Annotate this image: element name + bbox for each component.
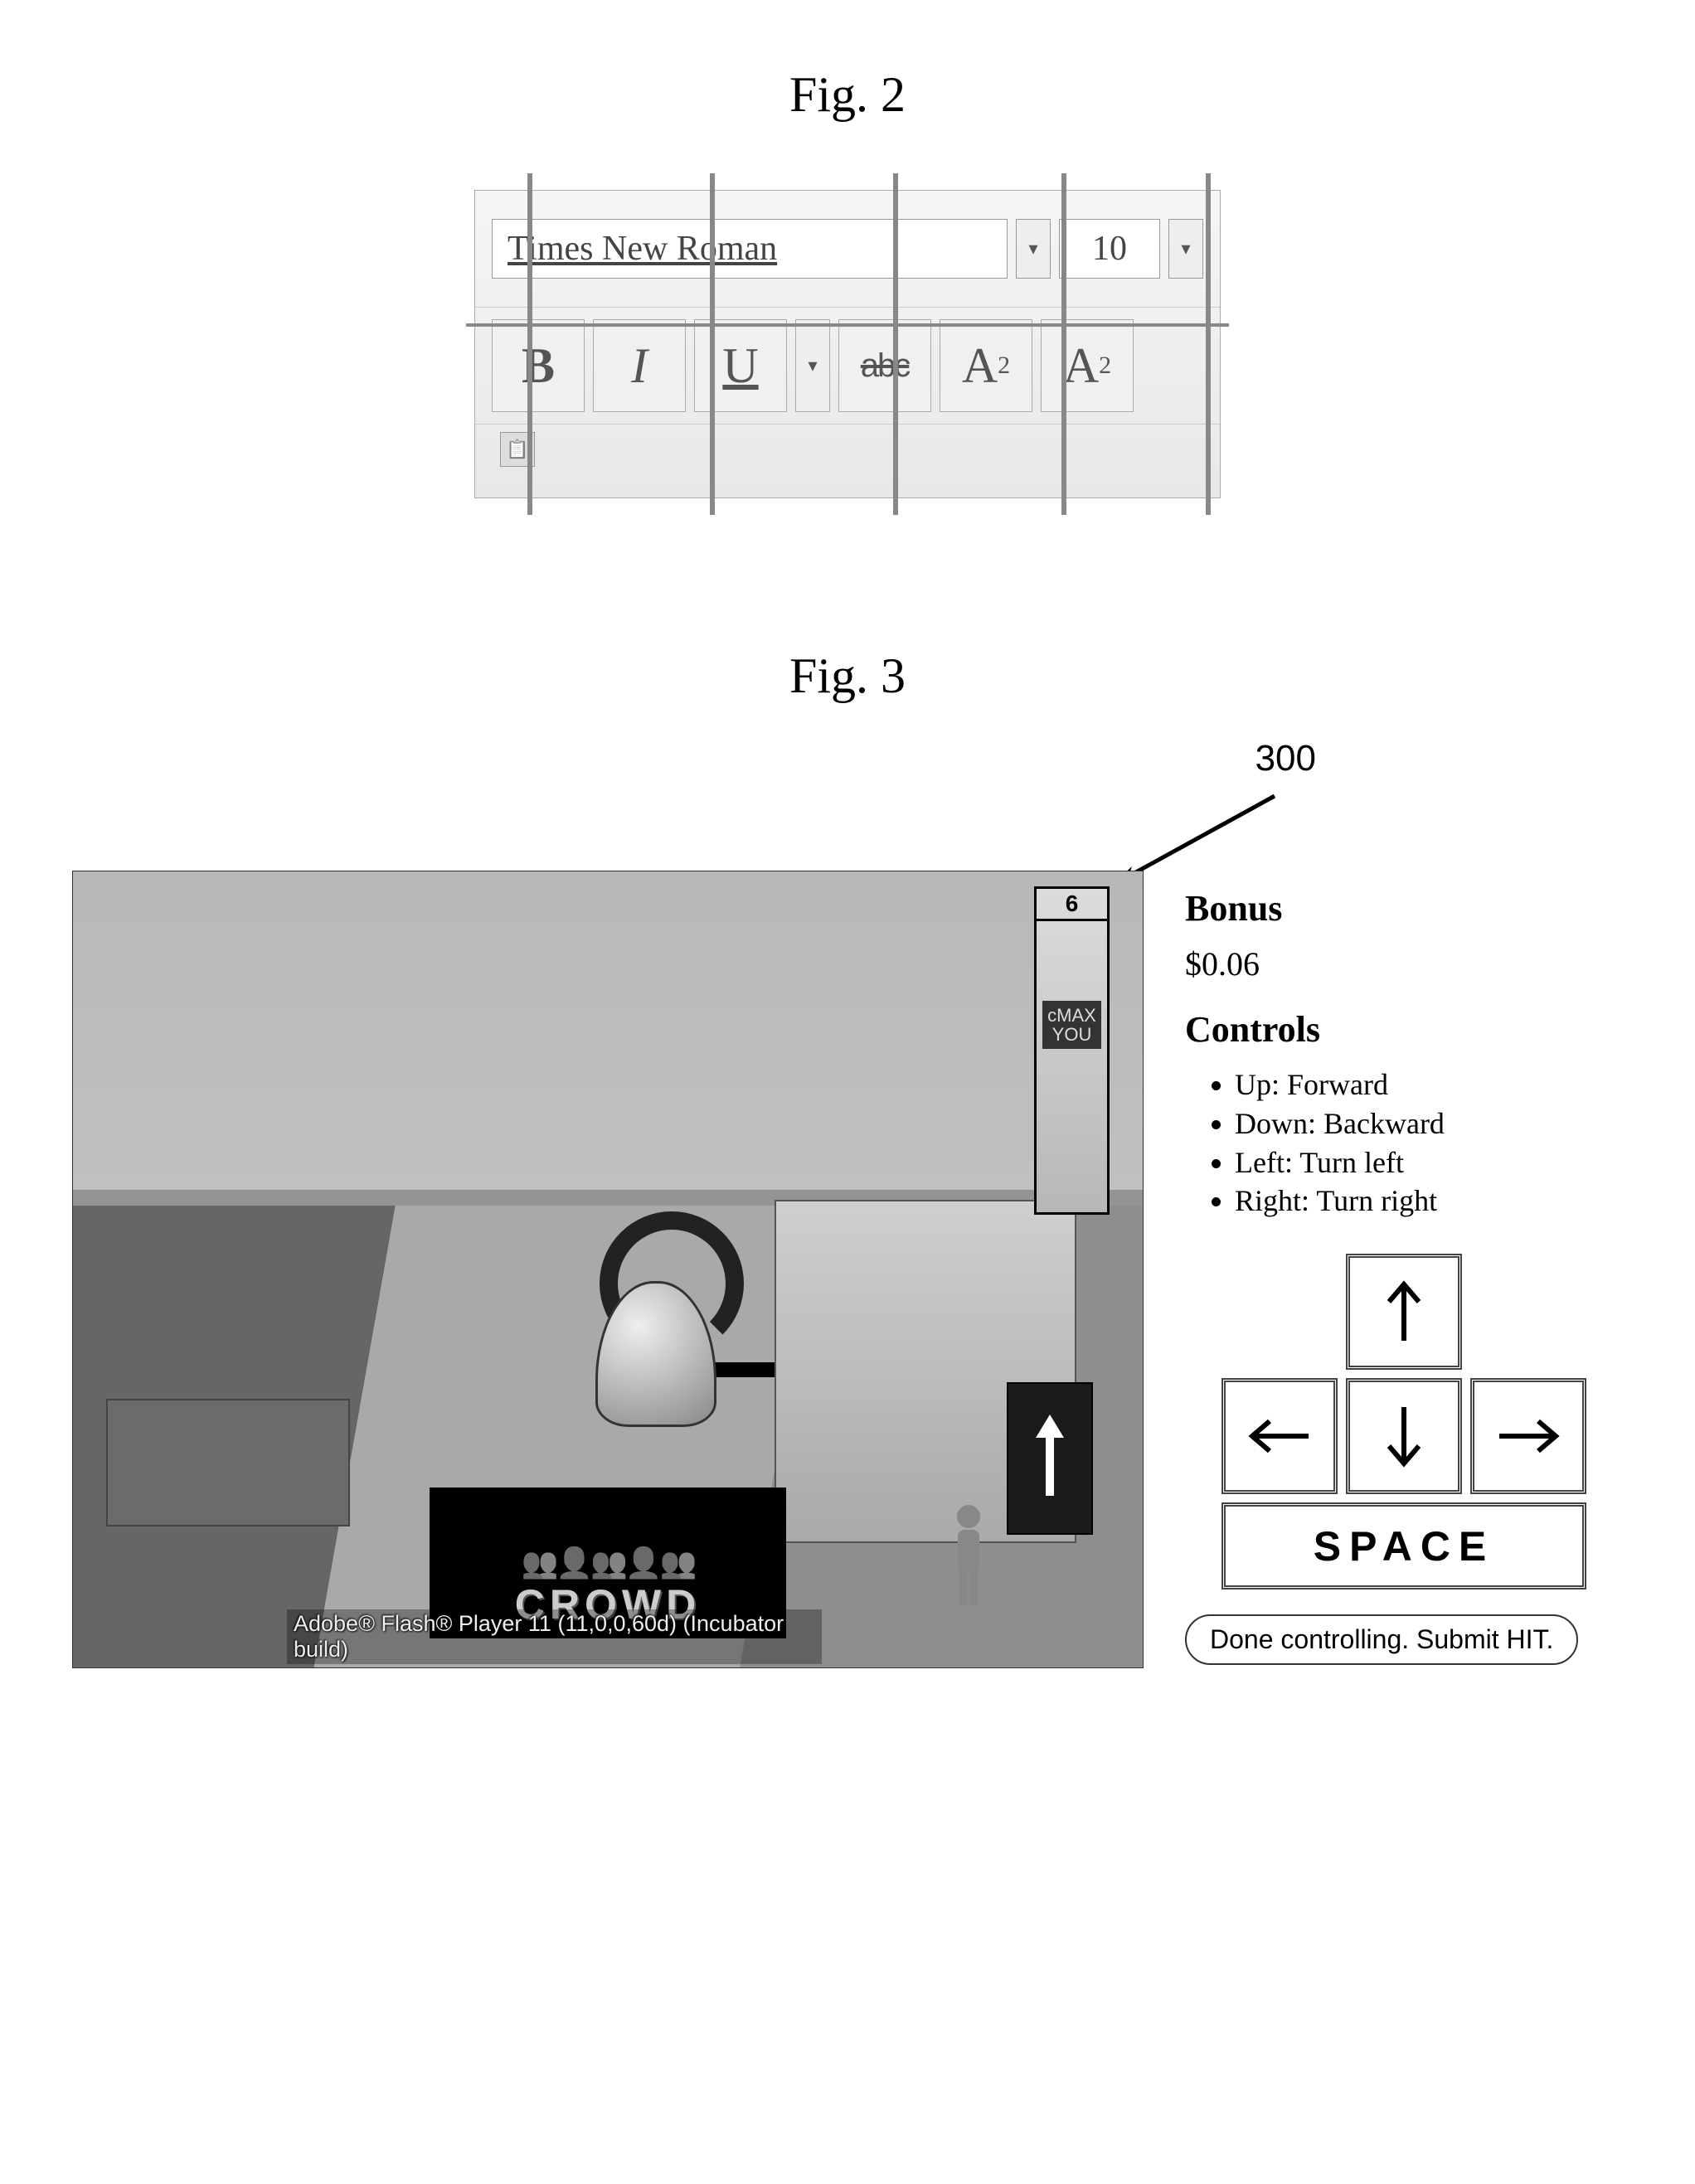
figure-3-label: Fig. 3 — [33, 648, 1662, 705]
control-item-right: Right: Turn right — [1235, 1182, 1623, 1221]
subscript-base: A — [1063, 337, 1099, 395]
subscript-button[interactable]: A2 — [1041, 319, 1134, 412]
control-item-left: Left: Turn left — [1235, 1143, 1623, 1182]
latency-bar: 6 cMAX YOU — [1034, 886, 1110, 1215]
fig3-layout-row: 6 cMAX YOU — [72, 871, 1623, 1668]
font-name-dropdown-icon[interactable]: ▾ — [1016, 219, 1051, 279]
font-row-2: B I U ▾ abc A2 A2 — [475, 307, 1220, 424]
direction-indicator — [1007, 1382, 1093, 1535]
font-size-input[interactable]: 10 — [1059, 219, 1160, 279]
font-name-input[interactable]: Times New Roman — [492, 219, 1008, 279]
arrow-left-key[interactable] — [1221, 1378, 1338, 1494]
latency-line-1: cMAX — [1047, 1006, 1096, 1025]
arrow-right-key[interactable] — [1470, 1378, 1586, 1494]
superscript-button[interactable]: A2 — [940, 319, 1032, 412]
italic-button[interactable]: I — [593, 319, 686, 412]
scene-box-left — [106, 1399, 350, 1526]
control-item-up: Up: Forward — [1235, 1065, 1623, 1104]
latency-labels: cMAX YOU — [1042, 1001, 1101, 1049]
font-size-dropdown-icon[interactable]: ▾ — [1168, 219, 1203, 279]
arrow-up-key[interactable] — [1346, 1254, 1462, 1370]
superscript-exp: 2 — [998, 352, 1010, 380]
control-item-down: Down: Backward — [1235, 1104, 1623, 1143]
font-row-3: 📋 — [475, 424, 1220, 474]
flash-player-caption: Adobe® Flash® Player 11 (11,0,0,60d) (In… — [287, 1609, 822, 1664]
figure-2-label: Fig. 2 — [33, 66, 1662, 124]
underline-button[interactable]: U — [694, 319, 787, 412]
person-icon — [940, 1502, 998, 1609]
bonus-value: $0.06 — [1185, 944, 1623, 983]
kettle-object — [571, 1211, 736, 1427]
font-row-1: Times New Roman ▾ 10 ▾ — [475, 191, 1220, 307]
controls-heading: Controls — [1185, 1008, 1623, 1051]
reference-number-300: 300 — [1255, 738, 1316, 779]
underline-dropdown-icon[interactable]: ▾ — [795, 319, 830, 412]
word-font-toolbar: Times New Roman ▾ 10 ▾ B I U ▾ abc A2 A2… — [474, 190, 1221, 498]
latency-line-2: YOU — [1047, 1025, 1096, 1044]
superscript-base: A — [962, 337, 998, 395]
bold-button[interactable]: B — [492, 319, 585, 412]
robot-video-panel: 6 cMAX YOU — [72, 871, 1144, 1668]
arrow-key-row — [1221, 1378, 1586, 1494]
controls-list: Up: Forward Down: Backward Left: Turn le… — [1185, 1065, 1623, 1221]
latency-top-value: 6 — [1037, 889, 1107, 921]
crowd-people-icon: 👥👤👥👤👥 — [521, 1546, 694, 1580]
fig3-container: 300 6 cMAX YOU — [72, 871, 1623, 1668]
arrow-down-key[interactable] — [1346, 1378, 1462, 1494]
space-key[interactable]: SPACE — [1221, 1502, 1586, 1589]
strikethrough-button[interactable]: abc — [838, 319, 931, 412]
side-panel: Bonus $0.06 Controls Up: Forward Down: B… — [1185, 871, 1623, 1665]
clipboard-icon[interactable]: 📋 — [500, 432, 535, 467]
submit-hit-button[interactable]: Done controlling. Submit HIT. — [1185, 1614, 1578, 1665]
fig2-container: Times New Roman ▾ 10 ▾ B I U ▾ abc A2 A2… — [474, 190, 1221, 498]
keypad: SPACE — [1185, 1254, 1623, 1589]
subscript-exp: 2 — [1099, 352, 1111, 380]
